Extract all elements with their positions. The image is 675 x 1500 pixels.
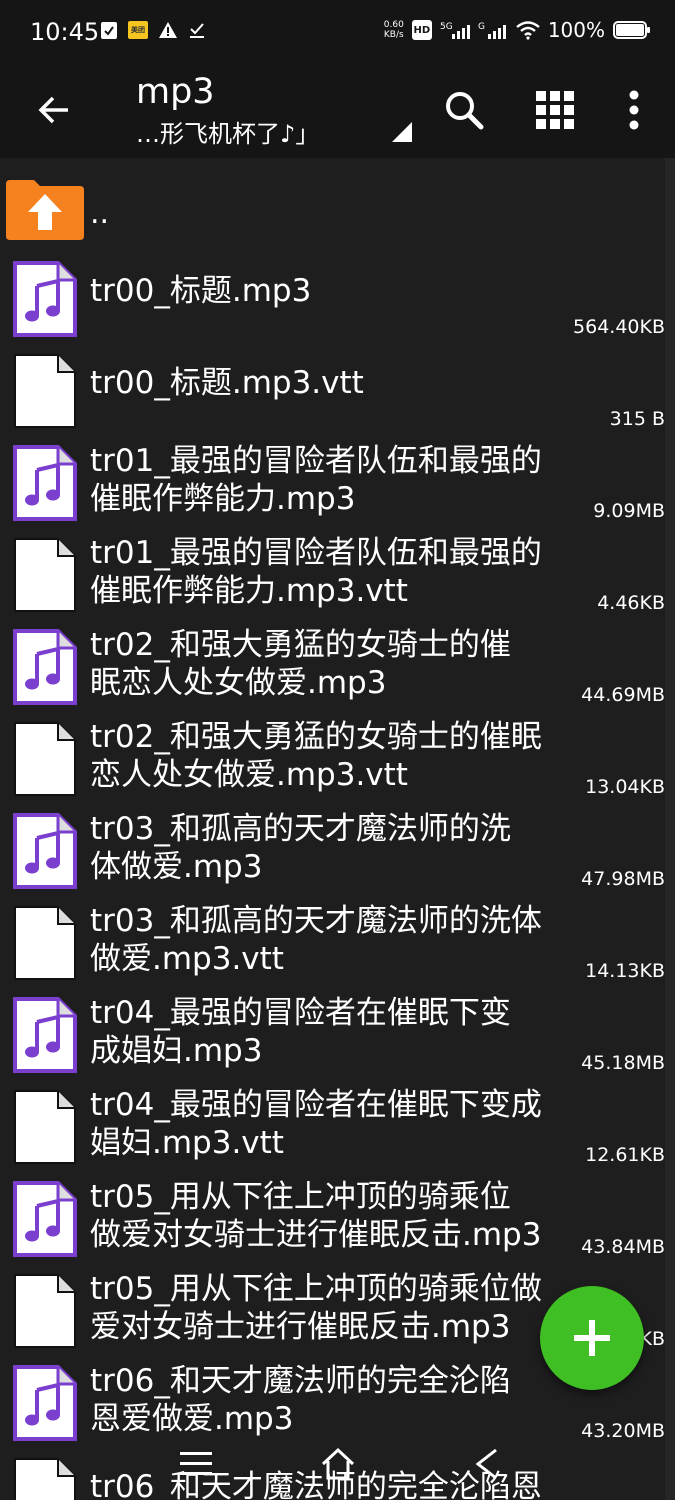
- file-row[interactable]: tr00_标题.mp3 564.40KB: [0, 252, 665, 344]
- file-name: tr01_最强的冒险者队伍和最强的 催眠作弊能力.mp3.vtt: [90, 535, 542, 609]
- file-row[interactable]: tr04_最强的冒险者在催眠下变成 娼妇.mp3.vtt 12.61KB: [0, 1080, 665, 1172]
- plus-icon: [574, 1320, 610, 1356]
- warning-icon: [159, 22, 177, 38]
- grid-view-icon: [536, 91, 574, 129]
- file-row[interactable]: tr01_最强的冒险者队伍和最强的 催眠作弊能力.mp3.vtt 4.46KB: [0, 528, 665, 620]
- search-icon: [446, 92, 484, 130]
- file-size: 14.13KB: [585, 960, 665, 982]
- menu-nav-icon[interactable]: [176, 1444, 216, 1484]
- file-row[interactable]: tr00_标题.mp3.vtt 315 B: [0, 344, 665, 436]
- add-button[interactable]: [540, 1286, 644, 1390]
- file-size: 4.46KB: [597, 592, 665, 614]
- battery-icon: [613, 21, 650, 39]
- file-size: 564.40KB: [573, 316, 665, 338]
- file-name: tr01_最强的冒险者队伍和最强的 催眠作弊能力.mp3: [90, 443, 542, 517]
- audio-file-icon: [13, 1181, 77, 1257]
- back-nav-icon[interactable]: [468, 1444, 508, 1484]
- search-button[interactable]: [436, 82, 492, 138]
- folder-up-icon: [6, 180, 84, 240]
- file-size: 13.04KB: [585, 776, 665, 798]
- meituan-icon: 美团: [128, 21, 148, 39]
- parent-folder-label: ..: [90, 196, 110, 231]
- signal-5g-icon: 5G: [440, 22, 470, 39]
- file-name: tr00_标题.mp3: [90, 273, 312, 309]
- audio-file-icon: [13, 261, 77, 337]
- file-size: 315 B: [609, 408, 665, 430]
- svg-text:5G: 5G: [440, 22, 453, 32]
- file-name: tr00_标题.mp3.vtt: [90, 365, 364, 401]
- battery-percent: 100%: [547, 18, 605, 42]
- audio-file-icon: [13, 813, 77, 889]
- file-row[interactable]: tr02_和强大勇猛的女骑士的催眠 恋人处女做爱.mp3.vtt 13.04KB: [0, 712, 665, 804]
- page-title: mp3: [136, 72, 215, 112]
- hd-icon: HD: [411, 20, 432, 40]
- clipboard-check-icon: [101, 22, 117, 39]
- file-name: tr04_最强的冒险者在催眠下变成 娼妇.mp3.vtt: [90, 1087, 542, 1161]
- status-bar: 10:45 美团 0.60 KB/s HD 5G G 100%: [0, 0, 675, 68]
- file-name: tr05_用从下往上冲顶的骑乘位 做爱对女骑士进行催眠反击.mp3: [90, 1179, 542, 1253]
- app-bar: mp3 …形飞机杯了♪」: [0, 68, 675, 158]
- file-row[interactable]: tr04_最强的冒险者在催眠下变 成娼妇.mp3 45.18MB: [0, 988, 665, 1080]
- file-name: tr02_和强大勇猛的女骑士的催 眠恋人处女做爱.mp3: [90, 627, 511, 701]
- scrollbar[interactable]: [665, 158, 675, 1500]
- parent-folder-row[interactable]: ..: [0, 168, 665, 260]
- more-vertical-icon: [629, 90, 639, 130]
- file-icon: [14, 722, 76, 796]
- dropdown-triangle-icon[interactable]: [392, 122, 412, 142]
- file-name: tr03_和孤高的天才魔法师的洗 体做爱.mp3: [90, 811, 511, 885]
- svg-text:G: G: [478, 22, 485, 32]
- file-name: tr02_和强大勇猛的女骑士的催眠 恋人处女做爱.mp3.vtt: [90, 719, 542, 793]
- file-row[interactable]: tr03_和孤高的天才魔法师的洗 体做爱.mp3 47.98MB: [0, 804, 665, 896]
- file-icon: [14, 1458, 76, 1500]
- status-time: 10:45: [30, 18, 100, 46]
- audio-file-icon: [13, 1365, 77, 1441]
- audio-file-icon: [13, 997, 77, 1073]
- file-name: tr05_用从下往上冲顶的骑乘位做 爱对女骑士进行催眠反击.mp3: [90, 1271, 542, 1345]
- status-notification-icons: 美团: [100, 20, 206, 40]
- file-size: 43.84MB: [581, 1236, 665, 1258]
- status-system-icons: 0.60 KB/s HD 5G G 100%: [383, 18, 650, 42]
- download-done-icon: [190, 23, 204, 38]
- grid-view-button[interactable]: [527, 82, 583, 138]
- file-icon: [14, 1274, 76, 1348]
- back-button[interactable]: [30, 86, 78, 134]
- file-name: tr03_和孤高的天才魔法师的洗体 做爱.mp3.vtt: [90, 903, 542, 977]
- path-subtitle[interactable]: …形飞机杯了♪」: [136, 114, 319, 149]
- more-options-button[interactable]: [606, 82, 662, 138]
- file-icon: [14, 354, 76, 428]
- arrow-left-icon: [38, 96, 68, 124]
- file-size: 47.98MB: [581, 868, 665, 890]
- audio-file-icon: [13, 629, 77, 705]
- file-row[interactable]: tr01_最强的冒险者队伍和最强的 催眠作弊能力.mp3 9.09MB: [0, 436, 665, 528]
- file-row[interactable]: tr02_和强大勇猛的女骑士的催 眠恋人处女做爱.mp3 44.69MB: [0, 620, 665, 712]
- network-speed: 0.60 KB/s: [383, 20, 404, 40]
- file-size: 12.61KB: [585, 1144, 665, 1166]
- file-icon: [14, 906, 76, 980]
- file-size: 43.20MB: [581, 1420, 665, 1442]
- file-icon: [14, 1090, 76, 1164]
- home-nav-icon[interactable]: [318, 1444, 358, 1484]
- file-icon: [14, 538, 76, 612]
- wifi-icon: [516, 21, 540, 40]
- file-name: tr06_和天才魔法师的完全沦陷 恩爱做爱.mp3: [90, 1363, 511, 1437]
- file-name: tr04_最强的冒险者在催眠下变 成娼妇.mp3: [90, 995, 511, 1069]
- file-size: 45.18MB: [581, 1052, 665, 1074]
- file-row[interactable]: tr05_用从下往上冲顶的骑乘位 做爱对女骑士进行催眠反击.mp3 43.84MB: [0, 1172, 665, 1264]
- signal-g-icon: G: [478, 22, 506, 39]
- file-size: 44.69MB: [581, 684, 665, 706]
- file-size: 9.09MB: [593, 500, 665, 522]
- audio-file-icon: [13, 445, 77, 521]
- file-row[interactable]: tr03_和孤高的天才魔法师的洗体 做爱.mp3.vtt 14.13KB: [0, 896, 665, 988]
